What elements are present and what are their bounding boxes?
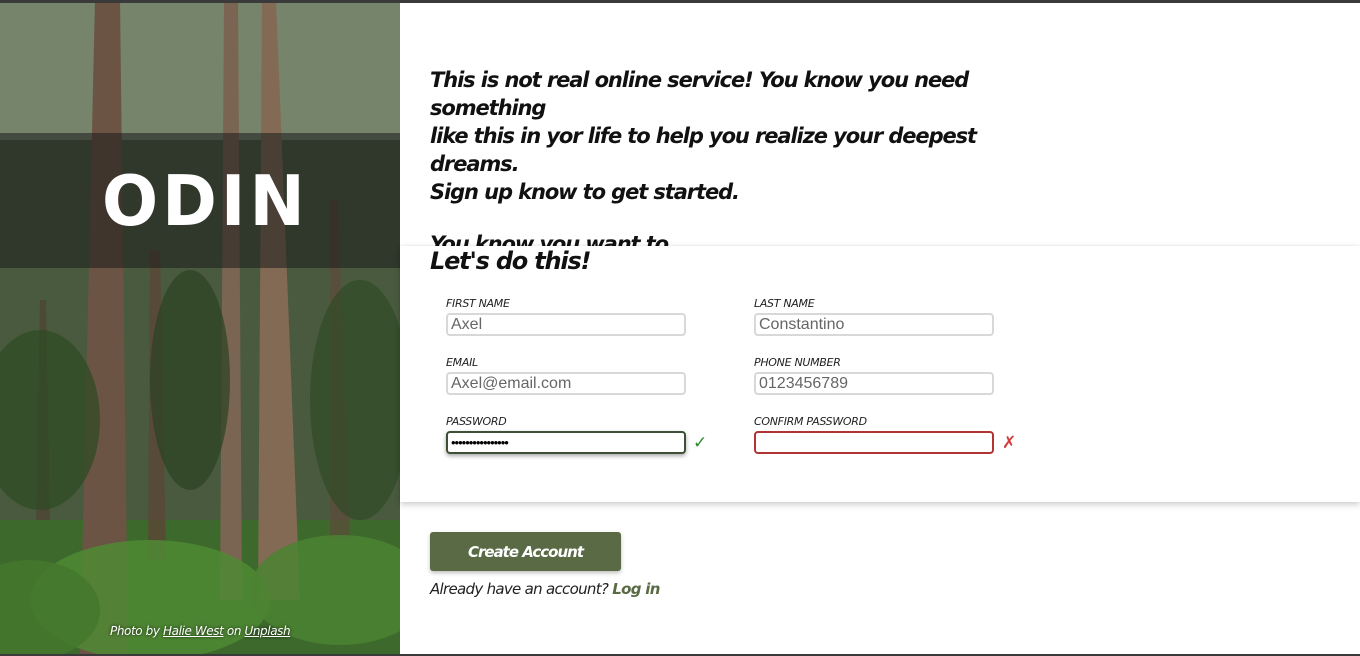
phone-group: PHONE NUMBER	[754, 356, 994, 395]
last-name-input[interactable]	[754, 313, 994, 336]
form-title: Let's do this!	[430, 247, 591, 275]
checkmark-icon: ✓	[693, 433, 708, 453]
first-name-label: FIRST NAME	[446, 297, 510, 310]
phone-input[interactable]	[754, 372, 994, 395]
intro-text: This is not real online service! You kno…	[430, 66, 1050, 258]
email-group: EMAIL	[446, 356, 686, 395]
last-name-label: LAST NAME	[754, 297, 815, 310]
login-link[interactable]: Log in	[612, 580, 660, 598]
confirm-password-group: CONFIRM PASSWORD	[754, 415, 994, 454]
email-label: EMAIL	[446, 356, 478, 369]
intro-line-2: like this in yor life to help you realiz…	[430, 124, 977, 176]
phone-label: PHONE NUMBER	[754, 356, 841, 369]
first-name-input[interactable]	[446, 313, 686, 336]
photo-author-link[interactable]: Halie West	[163, 624, 224, 638]
intro-line-3: Sign up know to get started.	[430, 180, 740, 204]
hero-image-panel: ODIN Photo by Halie West on Unplash	[0, 0, 400, 656]
forest-background-image	[0, 0, 400, 656]
create-account-button[interactable]: Create Account	[430, 532, 621, 571]
intro-line-1: This is not real online service! You kno…	[430, 68, 969, 120]
password-input[interactable]	[446, 431, 686, 454]
window-top-border	[0, 0, 1360, 3]
photo-credit-prefix: Photo by	[110, 624, 160, 638]
cross-icon: ✗	[1002, 433, 1017, 453]
last-name-group: LAST NAME	[754, 297, 994, 336]
photo-credit-middle: on	[226, 624, 242, 638]
password-group: PASSWORD	[446, 415, 686, 454]
email-input[interactable]	[446, 372, 686, 395]
login-prompt: Already have an account? Log in	[430, 580, 660, 598]
first-name-group: FIRST NAME	[446, 297, 686, 336]
confirm-password-label: CONFIRM PASSWORD	[754, 415, 867, 428]
brand-logo: ODIN	[96, 150, 306, 254]
login-prompt-text: Already have an account?	[430, 580, 609, 598]
photo-credit: Photo by Halie West on Unplash	[110, 624, 291, 638]
photo-site-link[interactable]: Unplash	[244, 624, 290, 638]
password-label: PASSWORD	[446, 415, 507, 428]
confirm-password-input[interactable]	[754, 431, 994, 454]
brand-wordmark: ODIN	[102, 161, 309, 242]
